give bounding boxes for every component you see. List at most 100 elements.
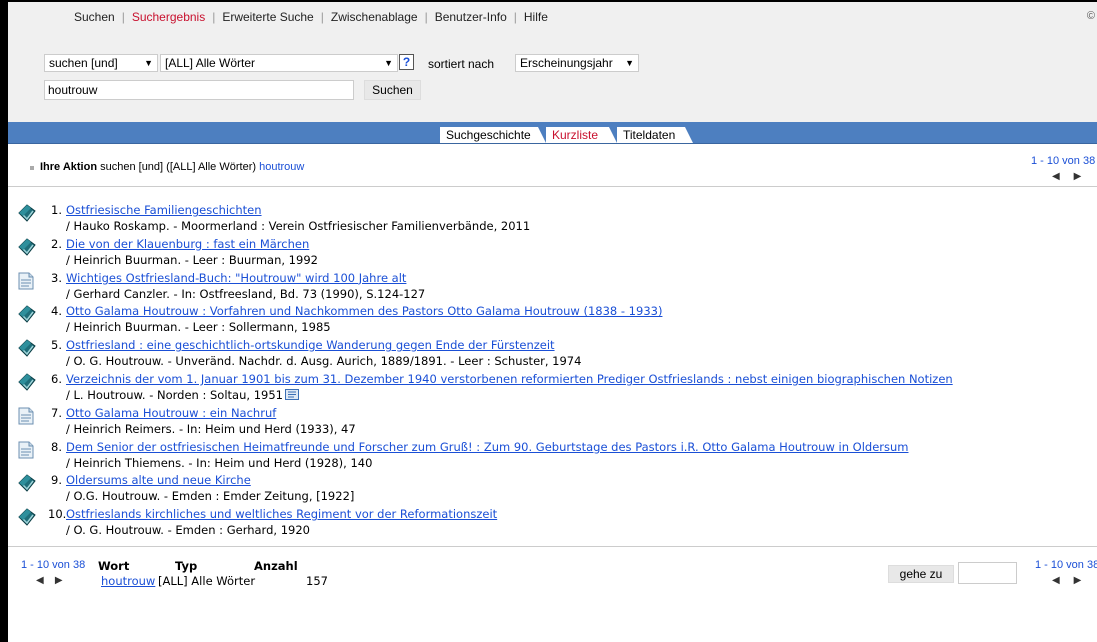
result-meta: / Heinrich Reimers. - In: Heim und Herd …: [66, 422, 356, 436]
result-meta-text: / O.G. Houtrouw. - Emden : Emder Zeitung…: [66, 489, 355, 504]
tab-titeldaten[interactable]: Titeldaten: [617, 127, 685, 143]
search-input[interactable]: houtrouw: [44, 80, 354, 100]
goto-button[interactable]: gehe zu: [888, 565, 954, 583]
pager-range-top: 1 - 10 von 38: [1031, 155, 1096, 167]
book-icon: [18, 474, 36, 493]
chevron-down-icon: ▼: [625, 58, 634, 68]
chevron-down-icon: ▼: [384, 58, 393, 68]
result-number: 7.: [51, 405, 62, 420]
result-meta-text: / O. G. Houtrouw. - Emden : Gerhard, 192…: [66, 523, 310, 538]
result-meta: / Heinrich Buurman. - Leer : Buurman, 19…: [66, 253, 318, 267]
result-title-link[interactable]: Otto Galama Houtrouw : ein Nachruf: [66, 406, 276, 420]
result-meta-text: / Heinrich Thiemens. - In: Heim und Herd…: [66, 455, 373, 470]
result-meta-text: / Heinrich Buurman. - Leer : Sollermann,…: [66, 320, 331, 335]
action-summary: Ihre Aktion suchen [und] ([ALL] Alle Wör…: [40, 161, 304, 173]
result-number: 4.: [51, 304, 62, 319]
pager-top: ◀ ▶: [1052, 171, 1081, 182]
search-button[interactable]: Suchen: [364, 80, 421, 100]
result-title-link[interactable]: Verzeichnis der vom 1. Januar 1901 bis z…: [66, 372, 953, 386]
action-term[interactable]: houtrouw: [259, 161, 304, 173]
goto-input[interactable]: [958, 562, 1017, 584]
next-page-icon[interactable]: ▶: [1074, 575, 1082, 586]
result-number: 9.: [51, 473, 62, 488]
result-title-link[interactable]: Dem Senior der ostfriesischen Heimatfreu…: [66, 440, 909, 454]
stats-header-word: Wort: [98, 559, 130, 573]
result-meta: / Heinrich Thiemens. - In: Heim und Herd…: [66, 456, 372, 470]
page: Suchen | Suchergebnis | Erweiterte Suche | Zwi…: [8, 2, 1097, 642]
search-mode-select[interactable]: suchen [und] ▼: [44, 54, 158, 72]
next-page-icon[interactable]: ▶: [55, 575, 63, 586]
book-icon: [18, 373, 36, 391]
stats-count: 157: [306, 574, 328, 588]
next-page-icon[interactable]: ▶: [1074, 171, 1082, 182]
sort-select[interactable]: Erscheinungsjahr ▼: [515, 54, 639, 72]
result-meta: / O.G. Houtrouw. - Emden : Emder Zeitung…: [66, 489, 354, 503]
article-icon: [18, 272, 36, 290]
result-meta-text: / Heinrich Buurman. - Leer : Buurman, 19…: [66, 252, 318, 267]
window-left-border: [0, 0, 8, 642]
nav-suchen[interactable]: Suchen: [74, 10, 115, 24]
stats-header-count: Anzahl: [254, 559, 298, 573]
result-number: 6.: [51, 372, 62, 386]
top-navigation: Suchen | Suchergebnis | Erweiterte Suche | Zwi…: [74, 10, 548, 24]
help-button[interactable]: ?: [399, 54, 414, 70]
result-number: 5.: [51, 338, 62, 353]
article-icon: [18, 441, 36, 459]
book-icon: [18, 339, 36, 357]
tab-kurzliste[interactable]: Kurzliste: [546, 127, 609, 143]
result-meta-text: / Hauko Roskamp. - Moormerland : Verein …: [66, 219, 531, 233]
result-title-link[interactable]: Die von der Klauenburg : fast ein Märche…: [66, 237, 309, 251]
search-field-select[interactable]: [ALL] Alle Wörter ▼: [160, 54, 398, 72]
result-meta-text: / O. G. Houtrouw. - Unveränd. Nachdr. d.…: [66, 354, 582, 369]
result-number: 10.: [48, 507, 67, 522]
result-meta: / O. G. Houtrouw. - Emden : Gerhard, 192…: [66, 523, 310, 537]
copyright-mark: ©: [1086, 10, 1095, 22]
pager-bottom: ◀ ▶: [36, 575, 63, 586]
result-meta: / Heinrich Buurman. - Leer : Sollermann,…: [66, 320, 331, 334]
nav-suchergebnis[interactable]: Suchergebnis: [132, 10, 205, 24]
result-meta: / Hauko Roskamp. - Moormerland : Verein …: [66, 219, 530, 233]
action-label: Ihre Aktion: [40, 161, 98, 173]
result-number: 2.: [51, 236, 62, 251]
nav-zwischenablage[interactable]: Zwischenablage: [331, 10, 418, 24]
result-title-link[interactable]: Otto Galama Houtrouw : Vorfahren und Nac…: [66, 304, 662, 318]
tab-suchgeschichte[interactable]: Suchgeschichte: [440, 127, 538, 143]
result-title-link[interactable]: Oldersums alte und neue Kirche: [66, 473, 251, 487]
result-meta-text: / Gerhard Canzler. - In: Ostfreesland, B…: [66, 286, 426, 301]
article-icon: [18, 407, 36, 425]
stats-word-link[interactable]: houtrouw: [101, 574, 155, 588]
previous-page-icon[interactable]: ◀: [36, 575, 44, 586]
result-number: 3.: [51, 270, 62, 285]
nav-erweiterte-suche[interactable]: Erweiterte Suche: [222, 10, 313, 24]
result-title-link[interactable]: Ostfriesland : eine geschichtlich-ortsku…: [66, 338, 555, 352]
divider: [8, 546, 1097, 547]
action-text: suchen [und] ([ALL] Alle Wörter): [100, 161, 257, 173]
chevron-down-icon: ▼: [144, 58, 153, 68]
pager-range-bottom: 1 - 10 von 38: [21, 559, 86, 571]
search-mode-value: suchen [und]: [49, 56, 118, 70]
result-title-link[interactable]: Ostfrieslands kirchliches und weltliches…: [66, 507, 497, 521]
header: Suchen | Suchergebnis | Erweiterte Suche | Zwi…: [8, 2, 1097, 122]
result-meta: / O. G. Houtrouw. - Unveränd. Nachdr. d.…: [66, 354, 581, 368]
result-meta-text: / Heinrich Reimers. - In: Heim und Herd …: [66, 421, 356, 436]
book-icon: [18, 305, 36, 324]
result-meta: / L. Houtrouw. - Norden : Soltau, 1951: [66, 388, 299, 403]
result-meta: / Gerhard Canzler. - In: Ostfreesland, B…: [66, 287, 425, 301]
result-meta-text: / L. Houtrouw. - Norden : Soltau, 1951: [66, 388, 283, 402]
nav-hilfe[interactable]: Hilfe: [524, 10, 548, 24]
sort-label: sortiert nach: [428, 57, 495, 71]
book-icon: [18, 508, 36, 526]
result-title-link[interactable]: Ostfriesische Familiengeschichten: [66, 203, 262, 217]
search-field-value: [ALL] Alle Wörter: [165, 56, 256, 70]
nav-benutzer-info[interactable]: Benutzer-Info: [435, 10, 507, 24]
sort-value: Erscheinungsjahr: [520, 56, 613, 70]
previous-page-icon[interactable]: ◀: [1052, 575, 1060, 586]
result-title-link[interactable]: Wichtiges Ostfriesland-Buch: "Houtrouw" …: [66, 271, 406, 285]
book-icon: [18, 238, 36, 256]
previous-page-icon[interactable]: ◀: [1052, 171, 1060, 182]
result-number: 1.: [51, 203, 62, 217]
pager-range-bottom-right: 1 - 10 von 38: [1035, 559, 1097, 571]
digital-copy-icon[interactable]: [284, 389, 299, 403]
stats-header-type: Typ: [175, 559, 198, 573]
stats-type: [ALL] Alle Wörter: [158, 574, 256, 588]
